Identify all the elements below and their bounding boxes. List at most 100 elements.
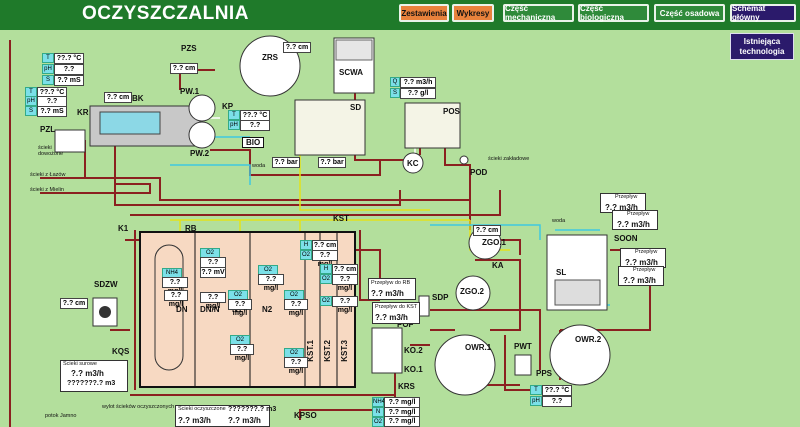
label-krs: KRS <box>398 382 415 391</box>
scwa-flow-readout: ?.? m3/h <box>400 77 436 88</box>
owr2-digester[interactable] <box>549 324 611 386</box>
pps-t-tag: T <box>530 385 542 395</box>
label-woda: woda <box>252 163 266 169</box>
label-sd: SD <box>350 103 362 112</box>
label-wylot: wylot ścieków oczyszczonych <box>102 404 175 410</box>
krs-tag-2: N <box>372 407 384 417</box>
raw-sewage-total: ???????.? m3 <box>67 380 116 387</box>
sdp-unit[interactable] <box>418 295 430 317</box>
rb-readout-7: ?.? mg/l <box>230 344 254 362</box>
treated-sewage-panel: Ścieki oczyszczone ???????.? m3 ?.? m3/h… <box>175 405 276 427</box>
kp-t-tag: T <box>228 110 240 120</box>
label-ko1: KO.1 <box>404 365 423 374</box>
label-kst3: KST.3 <box>340 340 349 362</box>
label-sdp: SDP <box>432 293 449 302</box>
kr-ph-readout: ?.? <box>54 64 84 75</box>
flow-panel-1-title: Przepływ <box>615 194 638 200</box>
label-pps: PPS <box>536 369 553 378</box>
label-n2: N2 <box>262 305 273 314</box>
label-bk: BK <box>132 94 144 103</box>
pof-unit[interactable] <box>371 327 403 374</box>
flow-rb-title: Przepływ do RB <box>371 280 411 286</box>
krs-readout-3: ?.? mg/l <box>384 416 420 427</box>
label-sl: SL <box>556 268 567 277</box>
label-zgo1: ZGO.1 <box>482 238 507 247</box>
rb-readout-3: ?.? mg/l <box>200 292 226 310</box>
krs-tag-3: O2 <box>372 417 384 427</box>
flow-rb-panel: Przepływ do RB ?.? m3/h <box>368 278 416 300</box>
rb-readout-5: ?.? mg/l <box>258 274 284 292</box>
flow-panel-3-title: Przepływ <box>635 249 658 255</box>
label-ko2: KO.2 <box>404 346 423 355</box>
rb-readout-6: ?.? mg/l <box>284 299 308 317</box>
rb-readout-1: ?.? mg/l <box>162 277 188 295</box>
flow-kst-value: ?.? m3/h <box>375 313 408 322</box>
label-pzs: PZS <box>181 44 197 53</box>
pzl-ph-tag: pH <box>25 96 37 106</box>
bk-level-readout: ?.? cm <box>104 92 132 103</box>
label-pod: POD <box>470 168 488 177</box>
label-zrs: ZRS <box>262 53 278 62</box>
label-scieki-dowozone: ścieki dowożone <box>38 145 64 157</box>
treated-sewage-flow-left: ?.? m3/h <box>178 416 211 425</box>
kst-o2-tag-3: O2 <box>320 296 332 306</box>
kr-temp-readout: ??.? °C <box>54 53 84 64</box>
rb-redox-readout: ?.? mV <box>200 267 226 278</box>
raw-sewage-flow: ?.? m3/h <box>71 369 104 378</box>
kst-o2-tag-2: O2 <box>320 274 332 284</box>
label-rb: RB <box>185 224 197 233</box>
zgo-level-readout: ?.? cm <box>473 225 501 236</box>
label-scieki-zakladowe: ścieki zakładowe <box>488 156 530 162</box>
label-pwt: PWT <box>514 342 532 351</box>
flow-panel-3: Przepływ ?.? m3/h <box>620 248 666 268</box>
label-scieki-mielin: ścieki z Mielin <box>30 187 64 193</box>
pod-point[interactable] <box>459 155 469 165</box>
flow-kst-title: Przepływ do KST <box>375 304 418 310</box>
flow-panel-4: Przepływ ?.? m3/h <box>618 266 664 286</box>
label-kc: KC <box>407 159 419 168</box>
rb-readout-8: ?.? mg/l <box>284 357 308 375</box>
label-k1: K1 <box>118 224 129 233</box>
label-kr: KR <box>77 108 89 117</box>
label-scieki-lazow: ścieki z Łazów <box>30 172 66 178</box>
zrs-level-readout: ?.? cm <box>283 42 311 53</box>
flow-panel-2: Przepływ ?.? m3/h <box>612 210 658 230</box>
label-pw2: PW.2 <box>190 149 210 158</box>
flow-panel-4-title: Przepływ <box>633 267 656 273</box>
label-kpso: KPSO <box>294 411 317 420</box>
kst-o2-readout-2: ?.? mg/l <box>332 274 358 292</box>
flow-panel-4-value: ?.? m3/h <box>623 276 656 285</box>
pw2-pump[interactable] <box>188 121 216 149</box>
pwt-unit[interactable] <box>514 354 532 376</box>
label-ka: KA <box>492 261 504 270</box>
scwa-conc-readout: ?.? g/l <box>400 88 436 99</box>
treated-sewage-title: Ścieki oczyszczone <box>178 406 226 412</box>
flow-kst-panel: Przepływ do KST ?.? m3/h <box>372 302 420 324</box>
scwa-s-tag: S <box>390 88 400 98</box>
pzl-cond-readout: ?.? mS <box>37 106 67 117</box>
krs-tag-1: NH4 <box>372 397 386 407</box>
flow-panel-2-value: ?.? m3/h <box>617 220 650 229</box>
label-kqs: KQS <box>112 347 130 356</box>
rb-readout-4: ?.? mg/l <box>228 299 252 317</box>
kr-cond-readout: ?.? mS <box>54 75 84 86</box>
label-woda-2: woda <box>552 218 566 224</box>
pps-ph-readout: ?.? <box>542 396 572 407</box>
sdzw-level-readout: ?.? cm <box>60 298 88 309</box>
pps-temp-readout: ??.? °C <box>542 385 572 396</box>
treated-sewage-flow-right: ?.? m3/h <box>228 416 261 425</box>
flow-panel-2-title: Przepływ <box>627 211 650 217</box>
treated-sewage-total: ???????.? m3 <box>228 406 277 413</box>
label-potok: potok Jamno <box>45 413 77 419</box>
kst-h-tag-2: H <box>320 264 332 274</box>
pps-ph-tag: pH <box>530 396 542 406</box>
raw-sewage-title: Ścieki surowe <box>63 361 97 367</box>
sd-pressure-readout-2: ?.? bar <box>318 157 346 168</box>
pw1-pump[interactable] <box>188 94 216 122</box>
kr-ph-tag: pH <box>42 64 54 74</box>
label-kst: KST <box>333 214 349 223</box>
label-pw1: PW.1 <box>180 87 200 96</box>
label-sdzw: SDZW <box>94 280 118 289</box>
label-pos: POS <box>443 107 460 116</box>
pzs-level-readout: ?.? cm <box>170 63 198 74</box>
